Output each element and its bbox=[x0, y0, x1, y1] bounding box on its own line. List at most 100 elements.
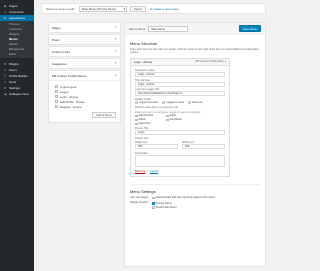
role-label: Contributor bbox=[169, 118, 182, 122]
menu-item-handle[interactable]: Login - iFrame PB Custom Profile Menu ▴ bbox=[131, 58, 229, 66]
list-item: Register - iFrame bbox=[55, 104, 116, 109]
chevron-down-icon: ▼ bbox=[114, 38, 117, 41]
radio-button[interactable] bbox=[188, 101, 192, 105]
location-checkbox[interactable] bbox=[152, 202, 155, 205]
title-attribute-input[interactable]: Login - iFrame bbox=[135, 81, 225, 87]
accordion-header[interactable]: Pages ▼ bbox=[49, 23, 120, 32]
menu-structure-description: Drag each item into the order you prefer… bbox=[130, 48, 260, 55]
role-checkbox[interactable] bbox=[166, 114, 169, 118]
role-checkbox[interactable] bbox=[166, 118, 169, 122]
menu-name-label: Menu Name bbox=[129, 26, 146, 31]
sidebar-item-label: Settings bbox=[9, 86, 20, 90]
item-checkbox[interactable] bbox=[55, 85, 58, 88]
accordion-body: Login/Logout Logout Login - iFrame Edit Pro… bbox=[49, 80, 120, 122]
accordion-title: PB Custom Profile Menus bbox=[52, 73, 87, 78]
select-menu-button[interactable]: Select bbox=[130, 5, 146, 12]
sidebar-item-collapse-menu[interactable]: ◀ Collapse menu bbox=[0, 91, 34, 97]
auto-add-pages-row: Auto add pages Automatically add new top… bbox=[130, 196, 260, 200]
appearance-submenu: Themes Customize Widgets Menus Header Backgro… bbox=[0, 21, 34, 58]
role-option[interactable]: Contributor bbox=[166, 118, 193, 122]
menu-item-type: PB Custom Profile Menu ▴ bbox=[195, 60, 226, 64]
chevron-down-icon: ▼ bbox=[114, 62, 117, 65]
description-textarea[interactable] bbox=[135, 154, 225, 167]
location-option[interactable]: Social Links Menu bbox=[152, 205, 177, 209]
display-option-label: Everyone bbox=[192, 101, 203, 105]
item-label: Edit Profile - iFrame bbox=[60, 99, 85, 104]
nav-label-input[interactable]: Login - iFrame bbox=[135, 72, 225, 78]
item-label: Logout bbox=[60, 89, 69, 94]
display-mode-options: Logged out users Logged in users Everyone bbox=[135, 101, 225, 105]
display-location-label: Display location bbox=[130, 201, 149, 205]
role-checkbox[interactable] bbox=[135, 118, 138, 122]
save-menu-button[interactable]: Save Menu bbox=[238, 25, 261, 32]
display-location-row: Display location Primary Menu Social Link… bbox=[130, 201, 260, 209]
roles-checkboxes: Administrator Editor Author Contributor Subs… bbox=[135, 114, 225, 126]
chevron-down-icon: ▼ bbox=[114, 50, 117, 53]
location-checkbox[interactable] bbox=[152, 206, 155, 209]
location-label: Primary Menu bbox=[155, 201, 172, 205]
accordion-header[interactable]: Custom Links ▼ bbox=[49, 47, 120, 56]
radio-button[interactable] bbox=[135, 101, 138, 105]
location-label: Social Links Menu bbox=[155, 205, 177, 209]
accordion-header[interactable]: PB Custom Profile Menus ▲ bbox=[49, 71, 120, 80]
menu-name-input[interactable]: Main Menu bbox=[148, 25, 189, 32]
roles-label: Restrict menu item to a minimum role bbox=[135, 106, 178, 110]
menu-structure-title: Menu Structure bbox=[130, 41, 158, 46]
cancel-link[interactable]: Cancel bbox=[150, 169, 159, 173]
role-label: Subscriber bbox=[138, 122, 151, 126]
display-option[interactable]: Everyone bbox=[188, 101, 203, 105]
settings-icon: ⚙ bbox=[3, 85, 7, 90]
role-checkbox[interactable] bbox=[135, 114, 138, 118]
create-new-menu-link[interactable]: or create a new menu. bbox=[150, 7, 180, 11]
menu-select[interactable]: Main Menu (Primary Menu) ▾ bbox=[79, 5, 128, 12]
accordion-title: Posts bbox=[52, 37, 60, 42]
sidebar-item-label: Pages bbox=[9, 4, 18, 8]
chevron-up-icon[interactable]: ▴ bbox=[225, 60, 226, 63]
role-option[interactable]: Subscriber bbox=[135, 122, 162, 126]
height-input[interactable]: 300 bbox=[135, 144, 178, 150]
item-checkbox[interactable] bbox=[55, 95, 58, 98]
display-option[interactable]: Logged out users bbox=[135, 101, 159, 105]
auto-add-option: Automatically add new top-level pages to… bbox=[155, 196, 215, 200]
accordion-title: Categories bbox=[52, 61, 67, 66]
chevron-down-icon: ▼ bbox=[114, 26, 117, 29]
remove-link[interactable]: Remove bbox=[135, 169, 145, 173]
add-to-menu-button[interactable]: Add to Menu bbox=[92, 112, 116, 118]
accordion-section-custom-links: Custom Links ▼ bbox=[48, 46, 121, 57]
menu-select-bar: Select a menu to edit: Main Menu (Primar… bbox=[41, 3, 266, 14]
accordion-title: Custom Links bbox=[52, 49, 71, 54]
width-input[interactable]: 600 bbox=[182, 144, 225, 150]
menu-management-panel: Menu Name Main Menu Save Menu Menu Struc… bbox=[124, 22, 266, 267]
collapse-icon: ◀ bbox=[3, 91, 7, 96]
tools-icon: ✂ bbox=[3, 79, 7, 84]
menu-settings: Menu Settings Auto add pages Automatical… bbox=[130, 183, 260, 210]
accordion-section-posts: Posts ▼ bbox=[48, 34, 121, 45]
item-label: Login/Logout bbox=[60, 84, 77, 89]
sidebar-item-label: Collapse menu bbox=[9, 92, 30, 96]
display-option-label: Logged out users bbox=[139, 101, 159, 105]
item-checkbox[interactable] bbox=[55, 105, 58, 108]
dashboard-icon: ◉ bbox=[3, 3, 7, 8]
radio-button[interactable] bbox=[162, 101, 166, 105]
accordion-header[interactable]: Categories ▼ bbox=[49, 59, 120, 68]
add-menu-items-accordion: Pages ▼ Posts ▼ Custom Links ▼ Categories ▼ PB … bbox=[48, 22, 121, 124]
admin-sidebar: ◉ Pages ▭ Comments ✎ Appearance Themes Customi… bbox=[0, 0, 34, 271]
sidebar-item-label: Users bbox=[9, 68, 17, 72]
menu-item-actions: Remove | Cancel bbox=[135, 169, 225, 173]
iframe-title-input[interactable]: Login bbox=[135, 130, 225, 136]
accordion-section-categories: Categories ▼ bbox=[48, 58, 121, 69]
login-url-input[interactable]: http://sites.local/telecom-com/?login=1 bbox=[135, 91, 225, 97]
display-option[interactable]: Logged in users bbox=[162, 101, 184, 105]
sidebar-item-label: Profile Builder bbox=[9, 74, 28, 78]
auto-add-checkbox[interactable] bbox=[152, 196, 155, 200]
chevron-up-icon: ▲ bbox=[114, 74, 117, 77]
item-checkbox[interactable] bbox=[55, 90, 58, 93]
accordion-title: Pages bbox=[52, 25, 61, 30]
sidebar-subitem-editor[interactable]: Editor bbox=[0, 52, 34, 57]
item-checkbox[interactable] bbox=[55, 100, 58, 103]
accordion-section-pb-custom-profile-menus: PB Custom Profile Menus ▲ Login/Logout Lo… bbox=[48, 70, 121, 123]
accordion-header[interactable]: Posts ▼ bbox=[49, 35, 120, 44]
select-menu-label: Select a menu to edit: bbox=[46, 6, 76, 11]
role-checkbox[interactable] bbox=[135, 122, 138, 126]
item-label: Register - iFrame bbox=[60, 104, 82, 109]
